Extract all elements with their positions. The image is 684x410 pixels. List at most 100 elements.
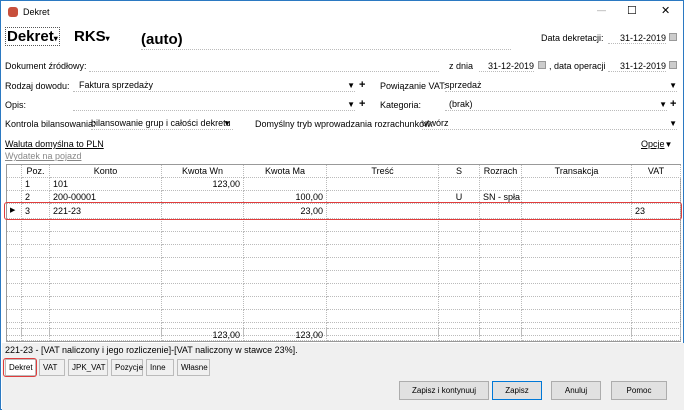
empty-cell[interactable] xyxy=(632,219,681,232)
empty-cell[interactable] xyxy=(7,258,22,271)
empty-cell[interactable] xyxy=(522,258,632,271)
empty-cell[interactable] xyxy=(162,284,244,297)
desc-dropdown[interactable]: ▼ xyxy=(73,99,355,111)
empty-cell[interactable] xyxy=(480,297,522,310)
close-button[interactable]: ✕ xyxy=(661,4,670,17)
column-header-kwota-wn[interactable]: Kwota Wn xyxy=(162,165,244,178)
empty-cell[interactable] xyxy=(632,271,681,284)
empty-cell[interactable] xyxy=(327,310,439,323)
empty-cell[interactable] xyxy=(50,245,162,258)
source-doc-input[interactable] xyxy=(89,61,439,72)
empty-cell[interactable] xyxy=(632,245,681,258)
empty-cell[interactable] xyxy=(162,219,244,232)
tab-vat[interactable]: VAT xyxy=(39,359,65,376)
empty-cell[interactable] xyxy=(22,284,50,297)
empty-cell[interactable] xyxy=(632,258,681,271)
empty-cell[interactable] xyxy=(480,245,522,258)
empty-cell[interactable] xyxy=(7,232,22,245)
balance-dropdown[interactable]: bilansowanie grup i całości dekretu ▼ xyxy=(91,118,233,130)
doc-number-field[interactable]: (auto) xyxy=(141,31,511,50)
empty-cell[interactable] xyxy=(22,245,50,258)
empty-cell[interactable] xyxy=(50,297,162,310)
empty-cell[interactable] xyxy=(244,310,327,323)
save-continue-button[interactable]: Zapisz i kontynuuj xyxy=(399,381,489,400)
empty-cell[interactable] xyxy=(244,258,327,271)
empty-cell[interactable] xyxy=(162,245,244,258)
column-header-s[interactable]: S xyxy=(439,165,480,178)
empty-cell[interactable] xyxy=(327,271,439,284)
empty-cell[interactable] xyxy=(439,271,480,284)
register-dropdown[interactable]: RKS▾ xyxy=(74,28,110,45)
empty-cell[interactable] xyxy=(327,258,439,271)
cancel-button[interactable]: Anuluj xyxy=(551,381,601,400)
add-evidence-button[interactable]: + xyxy=(359,79,365,91)
empty-cell[interactable] xyxy=(439,297,480,310)
tab-jpkvat[interactable]: JPK_VAT xyxy=(68,359,108,376)
empty-cell[interactable] xyxy=(162,310,244,323)
empty-cell[interactable] xyxy=(480,232,522,245)
empty-cell[interactable] xyxy=(7,297,22,310)
empty-cell[interactable] xyxy=(7,310,22,323)
cell-transakcja[interactable] xyxy=(522,178,632,191)
empty-cell[interactable] xyxy=(522,219,632,232)
empty-cell[interactable] xyxy=(22,271,50,284)
z-dnia-input[interactable]: 31-12-2019 xyxy=(479,61,534,72)
row-indicator[interactable] xyxy=(7,178,22,191)
options-button[interactable]: Opcje▼ xyxy=(641,139,672,149)
empty-cell[interactable] xyxy=(244,232,327,245)
empty-cell[interactable] xyxy=(632,310,681,323)
doc-type-dropdown[interactable]: Dekret▾ xyxy=(5,27,60,46)
empty-cell[interactable] xyxy=(7,245,22,258)
cell-vat[interactable] xyxy=(632,178,681,191)
empty-cell[interactable] xyxy=(162,297,244,310)
empty-cell[interactable] xyxy=(632,297,681,310)
empty-cell[interactable] xyxy=(522,245,632,258)
help-button[interactable]: Pomoc xyxy=(611,381,667,400)
empty-cell[interactable] xyxy=(327,219,439,232)
entries-grid[interactable]: Poz. Konto Kwota Wn Kwota Ma Treść S Rozrach Tr… xyxy=(6,164,681,342)
empty-cell[interactable] xyxy=(22,232,50,245)
add-category-button[interactable]: + xyxy=(670,98,676,110)
empty-cell[interactable] xyxy=(327,232,439,245)
column-header-kwota-ma[interactable]: Kwota Ma xyxy=(244,165,327,178)
empty-cell[interactable] xyxy=(522,232,632,245)
empty-cell[interactable] xyxy=(50,232,162,245)
cell-poz[interactable]: 1 xyxy=(22,178,50,191)
empty-cell[interactable] xyxy=(244,271,327,284)
column-header-tresc[interactable]: Treść xyxy=(327,165,439,178)
empty-cell[interactable] xyxy=(244,245,327,258)
column-header-poz[interactable]: Poz. xyxy=(22,165,50,178)
empty-cell[interactable] xyxy=(244,297,327,310)
cell-tresc[interactable] xyxy=(327,178,439,191)
empty-cell[interactable] xyxy=(244,284,327,297)
minimize-button[interactable]: — xyxy=(597,5,606,15)
currency-link[interactable]: Waluta domyślna to PLN xyxy=(5,139,104,149)
tab-inne[interactable]: Inne xyxy=(146,359,174,376)
empty-cell[interactable] xyxy=(327,245,439,258)
empty-cell[interactable] xyxy=(327,284,439,297)
vehicle-link[interactable]: Wydatek na pojazd xyxy=(5,151,81,161)
empty-cell[interactable] xyxy=(522,284,632,297)
empty-cell[interactable] xyxy=(439,219,480,232)
empty-cell[interactable] xyxy=(162,271,244,284)
settle-dropdown[interactable]: utwórz ▼ xyxy=(422,118,677,130)
save-button[interactable]: Zapisz xyxy=(492,381,542,400)
empty-cell[interactable] xyxy=(439,232,480,245)
empty-cell[interactable] xyxy=(50,310,162,323)
empty-cell[interactable] xyxy=(522,271,632,284)
column-header-rozrach[interactable]: Rozrach xyxy=(480,165,522,178)
empty-cell[interactable] xyxy=(7,271,22,284)
cell-konto[interactable]: 101 xyxy=(50,178,162,191)
tab-pozycje[interactable]: Pozycje xyxy=(111,359,143,376)
empty-cell[interactable] xyxy=(22,219,50,232)
empty-cell[interactable] xyxy=(244,219,327,232)
vat-link-dropdown[interactable]: sprzedaż ▼ xyxy=(445,80,677,92)
column-header-transakcja[interactable]: Transakcja xyxy=(522,165,632,178)
category-dropdown[interactable]: (brak) ▼ xyxy=(445,99,667,111)
evidence-dropdown[interactable]: Faktura sprzedaży ▼ xyxy=(73,80,355,92)
cell-kwota-wn[interactable]: 123,00 xyxy=(162,178,244,191)
empty-cell[interactable] xyxy=(22,310,50,323)
empty-cell[interactable] xyxy=(50,284,162,297)
op-date-input[interactable]: 31-12-2019 xyxy=(608,61,666,72)
empty-cell[interactable] xyxy=(480,258,522,271)
